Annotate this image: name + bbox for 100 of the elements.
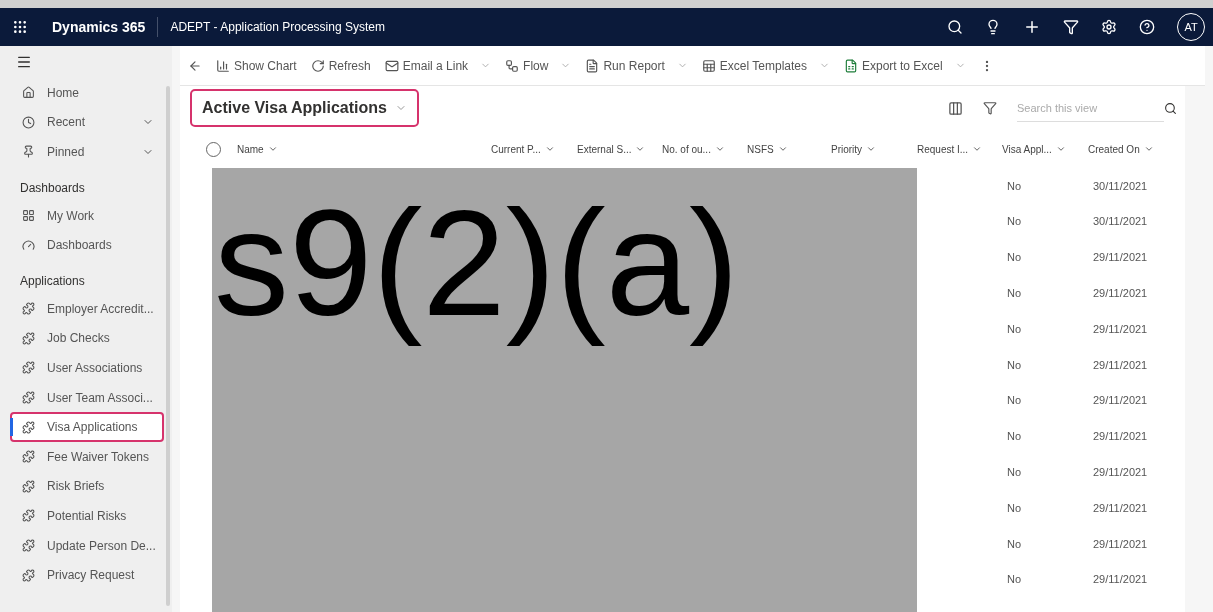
settings-icon[interactable] [1101,19,1117,35]
nav-item[interactable]: User Team Associ... [10,382,164,413]
table-cell-text: No [1007,500,1023,516]
table-cell-text: 30/11/2021 [1093,214,1149,230]
chevron-icon [777,144,788,154]
toolbar-button[interactable]: Export to Excel [844,56,966,75]
table-cell-text: 29/11/2021 [1093,465,1149,480]
puzzle-icon [22,568,35,582]
search-field[interactable]: Search this view [1017,94,1164,122]
puzzle-icon [22,331,35,345]
nav-item[interactable]: Risk Briefs [10,471,164,502]
chart-icon [216,58,230,73]
grid-icon [22,209,35,223]
back-icon[interactable] [188,58,202,73]
nav-item[interactable]: Update Person De... [10,530,164,561]
table-cell-text: 29/11/2021 [1093,536,1149,552]
nav-item[interactable]: Privacy Request [10,560,164,590]
table-cell-text: No [1007,465,1023,480]
puzzle-icon [22,479,35,493]
columns-icon[interactable] [948,100,963,116]
selection-indicator [10,418,13,436]
mail-icon [384,58,399,73]
plus-icon[interactable] [1023,18,1041,36]
nav-item[interactable]: Recent [10,107,164,138]
app-name: Dynamics 365 [52,17,146,37]
chevron-icon [267,144,278,154]
nav-item[interactable]: User Associations [10,353,164,383]
nav-item[interactable]: Employer Accredit... [10,293,164,324]
table-cell-text: No [1007,250,1023,266]
toolbar-button[interactable]: Run Report [585,56,688,75]
column-header[interactable]: Visa Appl... [1002,141,1066,157]
table-cell-text: No [1007,572,1023,588]
flow-icon [505,58,520,73]
column-header[interactable]: External S... [577,141,646,157]
nav-item[interactable]: Home [10,78,164,108]
table-cell-text: No [1007,214,1023,230]
gauge-icon [22,238,35,252]
column-header[interactable]: NSFS [747,141,788,157]
table-cell-text: 29/11/2021 [1093,500,1149,516]
table-cell-text: No [1007,321,1023,337]
nav-item[interactable]: Fee Waiver Tokens [10,441,164,472]
search-icon[interactable] [947,19,963,35]
table-cell-text: 29/11/2021 [1093,250,1149,266]
table-cell-text: No [1007,536,1023,552]
table-cell-text: No [1007,429,1023,445]
chevron-icon [866,144,877,154]
table-cell-text: No [1007,286,1023,302]
column-header[interactable]: Request I... [917,141,983,157]
chevron-icon [1055,144,1066,154]
puzzle-icon [22,420,35,434]
nav-item[interactable]: Pinned [10,137,164,167]
toolbar-button[interactable]: Refresh [310,56,371,75]
pin-icon [22,145,35,159]
nav-item[interactable]: Job Checks [10,323,164,354]
excel-icon [844,58,858,73]
chevron-icon [544,144,555,154]
table-cell-text: No [1007,357,1023,373]
table-cell-text: 29/11/2021 [1093,286,1149,302]
search-icon [1164,101,1177,115]
puzzle-icon [22,391,35,405]
chevron-icon [714,144,725,154]
nav-item[interactable]: Visa Applications [10,412,164,442]
puzzle-icon [22,509,35,523]
home-icon [22,86,35,100]
filter-icon[interactable] [983,101,997,115]
column-header[interactable]: No. of ou... [662,141,725,157]
refresh-icon [310,58,325,73]
nav-item[interactable]: Dashboards [10,230,164,260]
lightbulb-icon[interactable] [985,19,1001,35]
table-cell-text: 30/11/2021 [1093,178,1149,194]
help-icon[interactable] [1139,19,1155,35]
table-cell-text: No [1007,393,1023,409]
column-header[interactable]: Created On [1088,141,1154,157]
puzzle-icon [22,302,35,316]
section-heading: Applications [20,272,86,290]
puzzle-icon [22,361,35,375]
table-cell-text: No [1007,178,1023,194]
puzzle-icon [22,539,35,552]
table-cell-text: 29/11/2021 [1093,393,1149,409]
spreadsheet-icon [701,58,716,73]
chevron-icon [635,144,646,154]
table-cell-text: 29/11/2021 [1093,357,1149,373]
table-cell-text: 29/11/2021 [1093,321,1149,337]
nav-item[interactable]: Potential Risks [10,501,164,531]
toolbar-button[interactable]: Flow [505,56,572,75]
chevron-icon [1143,144,1154,154]
toolbar-button[interactable]: Excel Templates [701,56,830,75]
redaction-block: s9(2)(a) [212,168,917,612]
chevron-icon [972,144,983,154]
table-cell-text: 29/11/2021 [1093,572,1149,588]
report-icon [585,58,600,73]
nav-item[interactable]: My Work [10,200,164,231]
toolbar-button[interactable]: Email a Link [384,56,492,75]
column-header[interactable]: Name [237,141,278,157]
toolbar-button[interactable]: Show Chart [216,56,297,75]
app-title: ADEPT - Application Processing System [170,19,385,36]
table-cell-text: 29/11/2021 [1093,429,1149,445]
column-header[interactable]: Current P... [491,141,555,157]
view-selector[interactable]: Active Visa Applications [190,89,419,127]
column-header[interactable]: Priority [831,141,877,157]
